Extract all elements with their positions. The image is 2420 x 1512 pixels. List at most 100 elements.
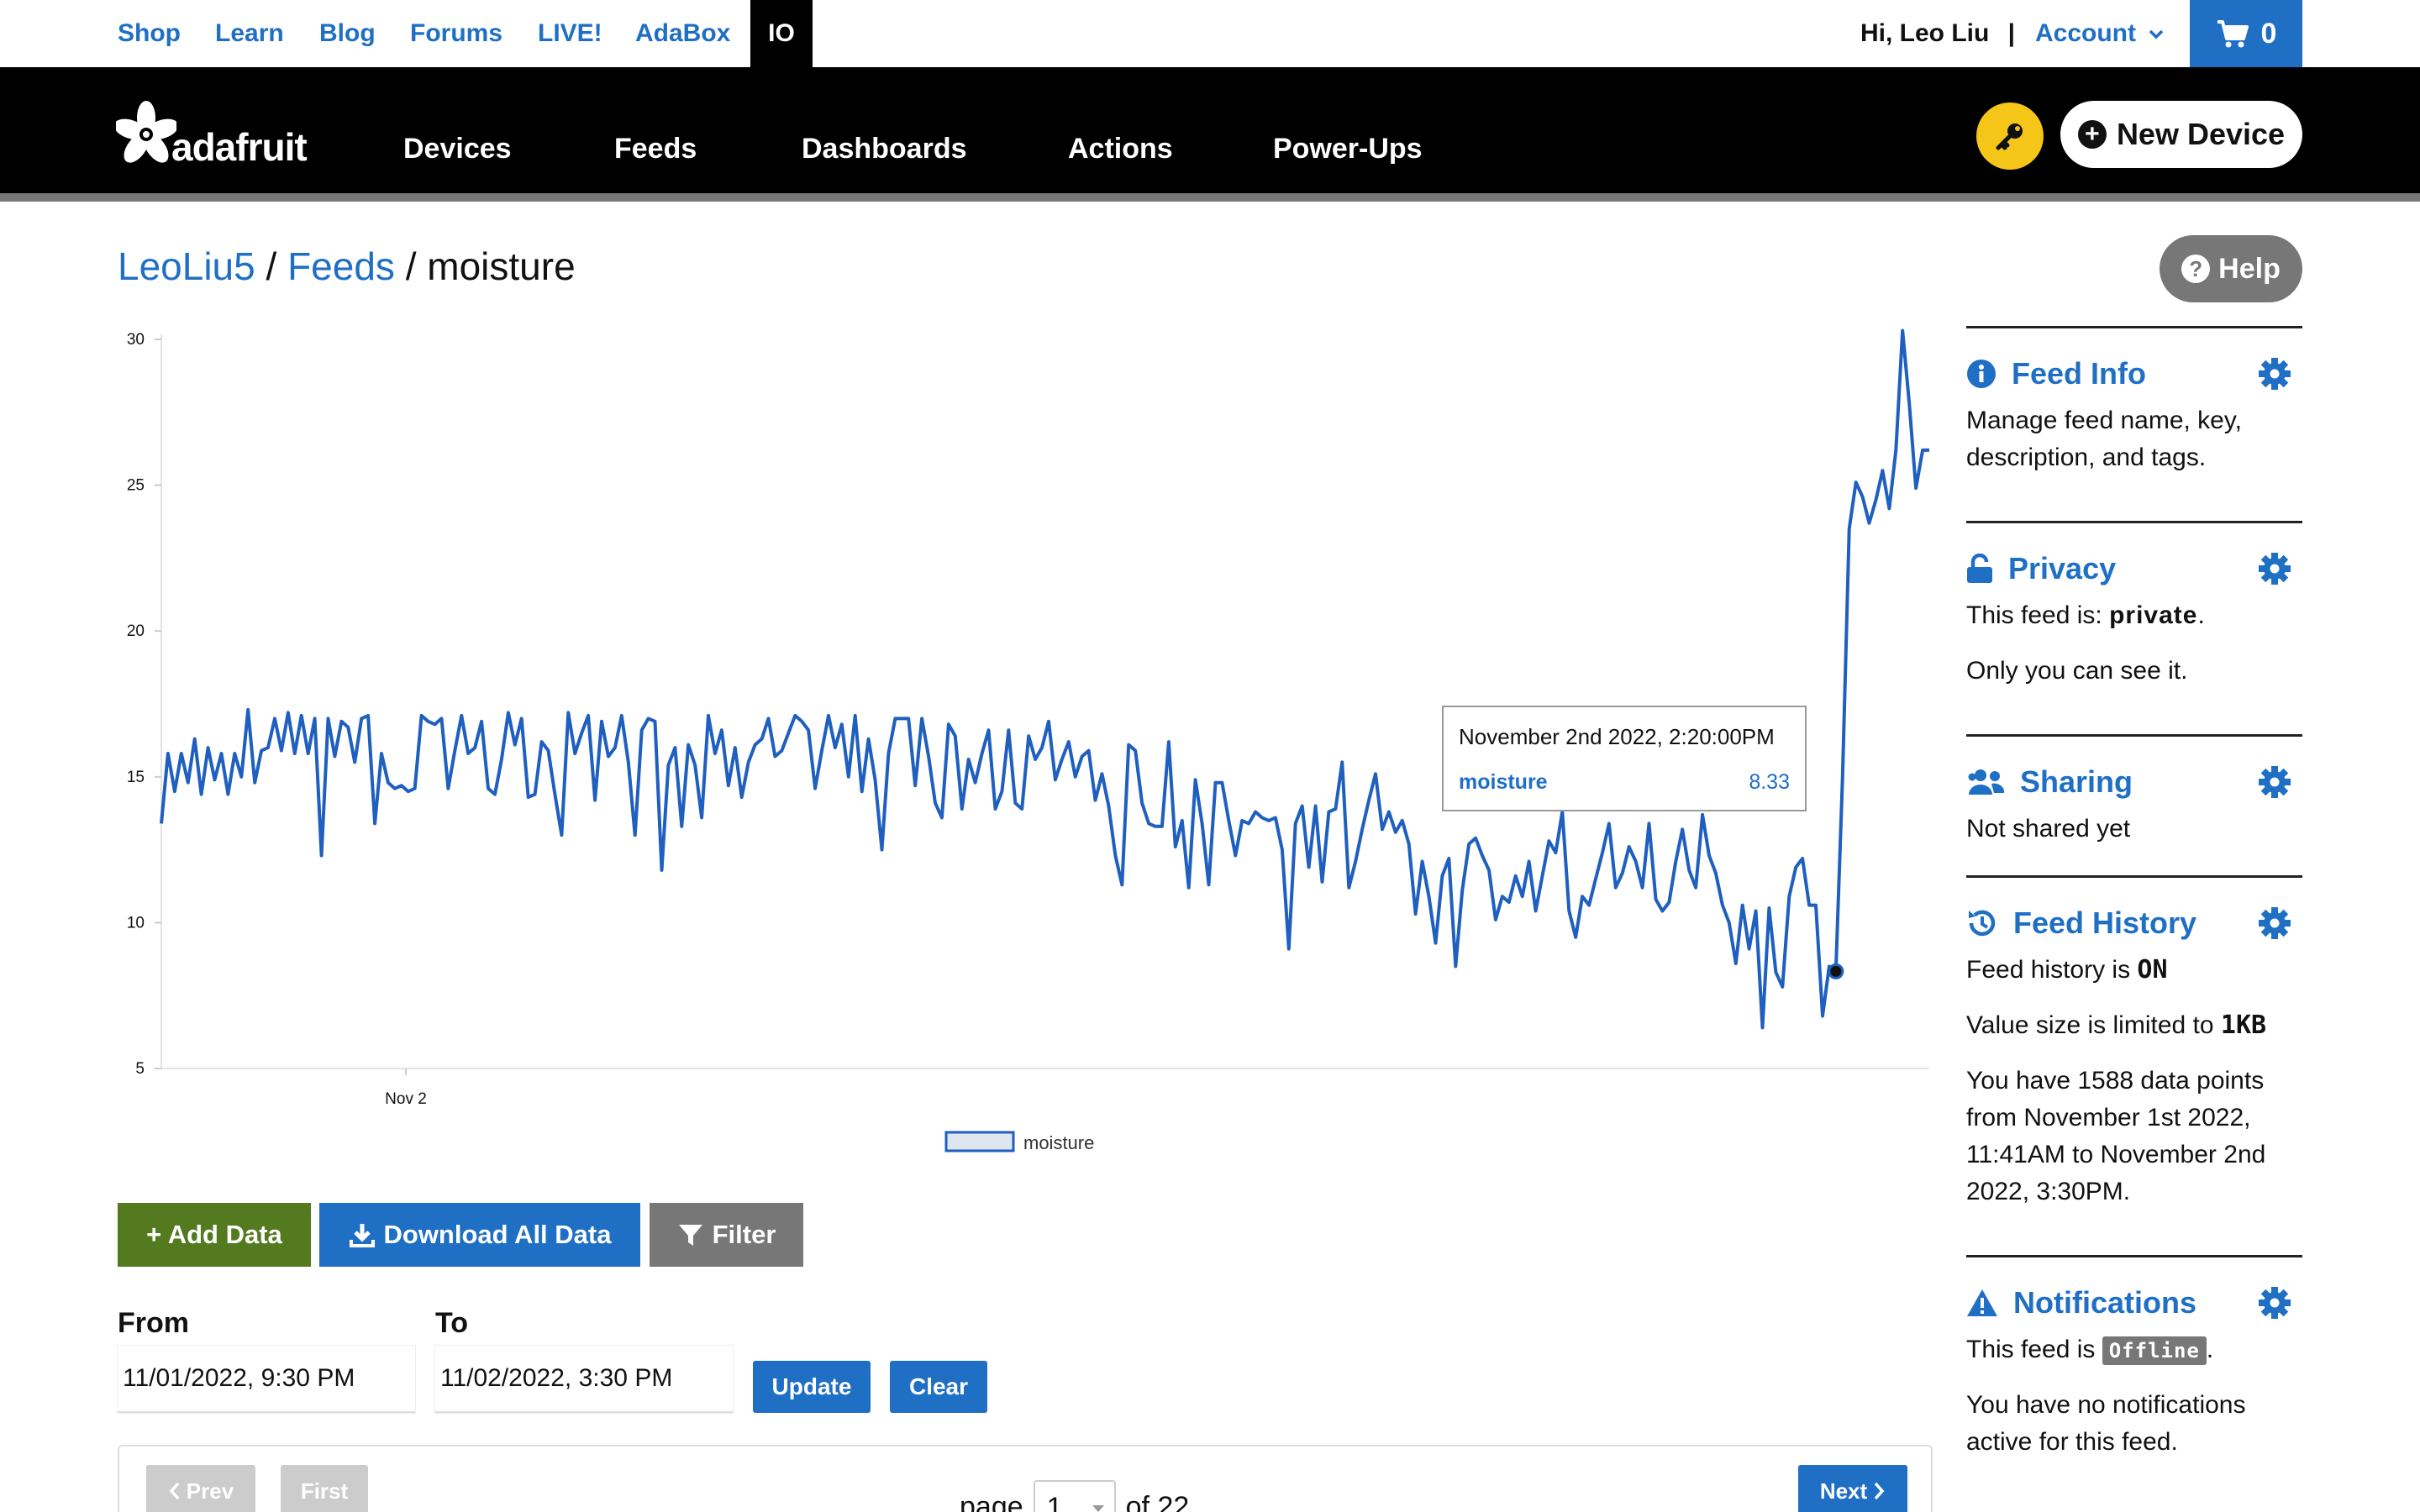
feed-history-section: Feed History Feed history is ON Value si…: [1966, 875, 2302, 1255]
series-line-moisture[interactable]: [160, 328, 1929, 1030]
first-page-button[interactable]: First: [281, 1465, 368, 1512]
history-size-prefix: Value size is limited to: [1966, 1011, 2221, 1039]
privacy-status: private: [2109, 601, 2198, 629]
next-page-button[interactable]: Next: [1798, 1465, 1907, 1512]
breadcrumb-sep: /: [255, 244, 288, 288]
cart-count: 0: [2260, 17, 2277, 50]
to-date-input[interactable]: [435, 1346, 733, 1413]
gear-icon[interactable]: [2259, 766, 2291, 798]
filter-label: Filter: [712, 1220, 776, 1249]
chevron-right-icon: [1874, 1482, 1885, 1500]
nav-devices[interactable]: Devices: [403, 133, 512, 165]
breadcrumb-feeds[interactable]: Feeds: [287, 244, 395, 288]
top-link-adabox[interactable]: AdaBox: [635, 0, 730, 67]
adafruit-logo[interactable]: adafruit: [116, 101, 308, 169]
key-icon: [1996, 123, 2023, 150]
download-all-data-button[interactable]: Download All Data: [319, 1203, 640, 1267]
sharing-title[interactable]: Sharing: [2020, 764, 2133, 800]
gear-icon[interactable]: [2259, 553, 2291, 585]
nav-dashboards[interactable]: Dashboards: [802, 133, 967, 165]
clear-button[interactable]: Clear: [890, 1361, 987, 1413]
page-select[interactable]: 1: [1033, 1480, 1116, 1512]
account-menu[interactable]: Account: [2035, 0, 2165, 67]
tooltip-value: 8.33: [1749, 770, 1790, 794]
history-status-line: Feed history is ON: [1966, 952, 2302, 989]
feed-info-title[interactable]: Feed Info: [2012, 356, 2146, 391]
users-icon: [1968, 769, 2005, 795]
notifications-status-line: This feed is Offline.: [1966, 1331, 2302, 1368]
greeting-text: Hi, Leo Liu: [1860, 19, 1990, 47]
y-tick-label: 15: [127, 769, 145, 786]
privacy-note: Only you can see it.: [1966, 657, 2188, 685]
history-size: 1KB: [2220, 1011, 2267, 1040]
y-tick-label: 20: [127, 622, 145, 640]
brand-wordmark: adafruit: [171, 125, 308, 169]
cart-button[interactable]: 0: [2190, 0, 2302, 67]
main-nav: adafruit Devices Feeds Dashboards Action…: [0, 67, 2420, 202]
help-label: Help: [2218, 252, 2281, 285]
chart-tooltip: November 2nd 2022, 2:20:00PM moisture 8.…: [1442, 706, 1807, 811]
nav-actions[interactable]: Actions: [1068, 133, 1173, 165]
top-utility-bar: Shop Learn Blog Forums LIVE! AdaBox IO H…: [0, 0, 2420, 67]
page-total: of 22: [1125, 1490, 1190, 1512]
chevron-down-icon: [2149, 29, 2164, 39]
nav-power-ups[interactable]: Power-Ups: [1273, 133, 1423, 165]
cart-icon: [2217, 20, 2249, 48]
feed-info-section: Feed Info Manage feed name, key, descrip…: [1966, 326, 2302, 521]
y-tick-label: 30: [127, 331, 145, 349]
notifications-title[interactable]: Notifications: [2013, 1285, 2196, 1320]
y-tick-label: 10: [127, 914, 145, 932]
prev-page-button[interactable]: Prev: [146, 1465, 255, 1512]
filter-button[interactable]: Filter: [650, 1203, 803, 1267]
top-link-shop[interactable]: Shop: [118, 0, 181, 67]
gear-icon[interactable]: [2259, 1287, 2291, 1319]
gear-icon[interactable]: [2259, 358, 2291, 390]
history-size-line: Value size is limited to 1KB: [1966, 1007, 2302, 1044]
feed-history-title[interactable]: Feed History: [2013, 906, 2196, 941]
unlock-icon: [1967, 554, 1992, 583]
add-data-label: + Add Data: [146, 1220, 282, 1249]
legend-label: moisture: [1023, 1132, 1094, 1153]
new-device-label: New Device: [2116, 117, 2286, 151]
from-date-input[interactable]: [118, 1346, 415, 1413]
plus-circle-icon: +: [2077, 120, 2107, 149]
top-link-blog[interactable]: Blog: [319, 0, 376, 67]
privacy-suffix: .: [2197, 601, 2205, 629]
gear-icon[interactable]: [2259, 907, 2291, 939]
sharing-text: Not shared yet: [1966, 815, 2131, 843]
tooltip-series: moisture: [1459, 770, 1548, 794]
notifications-status-suffix: .: [2206, 1336, 2214, 1363]
download-icon: [349, 1224, 375, 1247]
privacy-status-line: This feed is: private.: [1966, 597, 2302, 634]
breadcrumb-user[interactable]: LeoLiu5: [118, 244, 255, 288]
privacy-title[interactable]: Privacy: [2008, 551, 2116, 586]
nav-feeds[interactable]: Feeds: [614, 133, 697, 165]
top-link-live[interactable]: LIVE!: [538, 0, 602, 67]
tooltip-time: November 2nd 2022, 2:20:00PM: [1459, 724, 1775, 749]
warning-icon: [1967, 1289, 1997, 1316]
from-label: From: [118, 1307, 189, 1339]
top-tab-io[interactable]: IO: [750, 0, 813, 67]
breadcrumb-sep-2: /: [394, 244, 428, 288]
feed-info-text: Manage feed name, key, description, and …: [1966, 407, 2242, 471]
add-data-button[interactable]: + Add Data: [118, 1203, 311, 1267]
breadcrumb: LeoLiu5 / Feeds / moisture: [118, 244, 576, 289]
page-word: page: [960, 1490, 1023, 1512]
flower-logo-icon: [116, 101, 176, 163]
privacy-prefix: This feed is:: [1966, 601, 2110, 629]
help-button[interactable]: ? Help: [2160, 235, 2302, 302]
privacy-section: Privacy This feed is: private. Only you …: [1966, 521, 2302, 734]
y-tick-label: 25: [127, 477, 145, 495]
next-label: Next: [1819, 1478, 1868, 1504]
legend-swatch: [944, 1131, 1015, 1152]
top-link-forums[interactable]: Forums: [410, 0, 502, 67]
update-button[interactable]: Update: [753, 1361, 871, 1413]
new-device-button[interactable]: + New Device: [2060, 101, 2302, 168]
api-key-button[interactable]: [1976, 102, 2044, 170]
status-badge: Offline: [2102, 1336, 2207, 1365]
notifications-note: You have no notifications active for thi…: [1966, 1391, 2246, 1456]
info-icon: [1967, 360, 1996, 388]
top-link-learn[interactable]: Learn: [215, 0, 284, 67]
to-label: To: [435, 1307, 469, 1339]
highlighted-data-point[interactable]: [1828, 963, 1844, 979]
